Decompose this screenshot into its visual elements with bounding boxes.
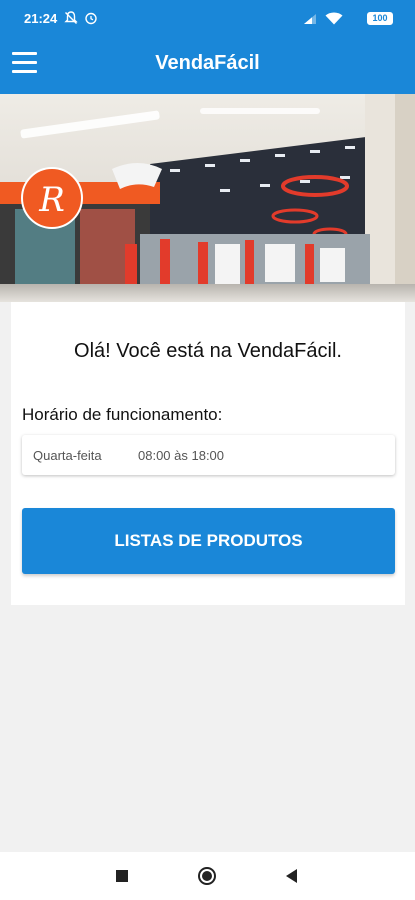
system-nav-bar — [0, 852, 415, 900]
hours-title: Horário de funcionamento: — [22, 405, 223, 424]
greeting-text: Olá! Você está na VendaFácil. — [74, 340, 342, 362]
battery-level: 100 — [372, 13, 388, 23]
store-hero-image: R — [0, 94, 415, 302]
signal-icon — [304, 14, 316, 24]
home-icon[interactable] — [197, 866, 217, 886]
hours-day: Quarta-feita — [33, 448, 102, 463]
hours-row: Quarta-feita 08:00 às 18:00 — [22, 435, 395, 475]
brand-logo-letter: R — [38, 180, 65, 220]
store-illustration: R — [0, 94, 415, 302]
status-time: 21:24 — [24, 11, 58, 26]
notification-off-icon — [64, 11, 78, 24]
recents-icon[interactable] — [112, 866, 132, 886]
wifi-icon — [325, 12, 343, 25]
alarm-icon — [85, 12, 97, 25]
app-bar: VendaFácil — [0, 38, 415, 94]
status-bar: 21:24 100 — [0, 0, 415, 38]
hours-time: 08:00 às 18:00 — [138, 448, 225, 463]
product-lists-button[interactable]: LISTAS DE PRODUTOS — [22, 508, 395, 574]
welcome-card: Olá! Você está na VendaFácil. Horário de… — [11, 302, 405, 605]
back-icon[interactable] — [282, 866, 302, 886]
app-title: VendaFácil — [155, 52, 260, 74]
battery-icon: 100 — [367, 12, 393, 25]
